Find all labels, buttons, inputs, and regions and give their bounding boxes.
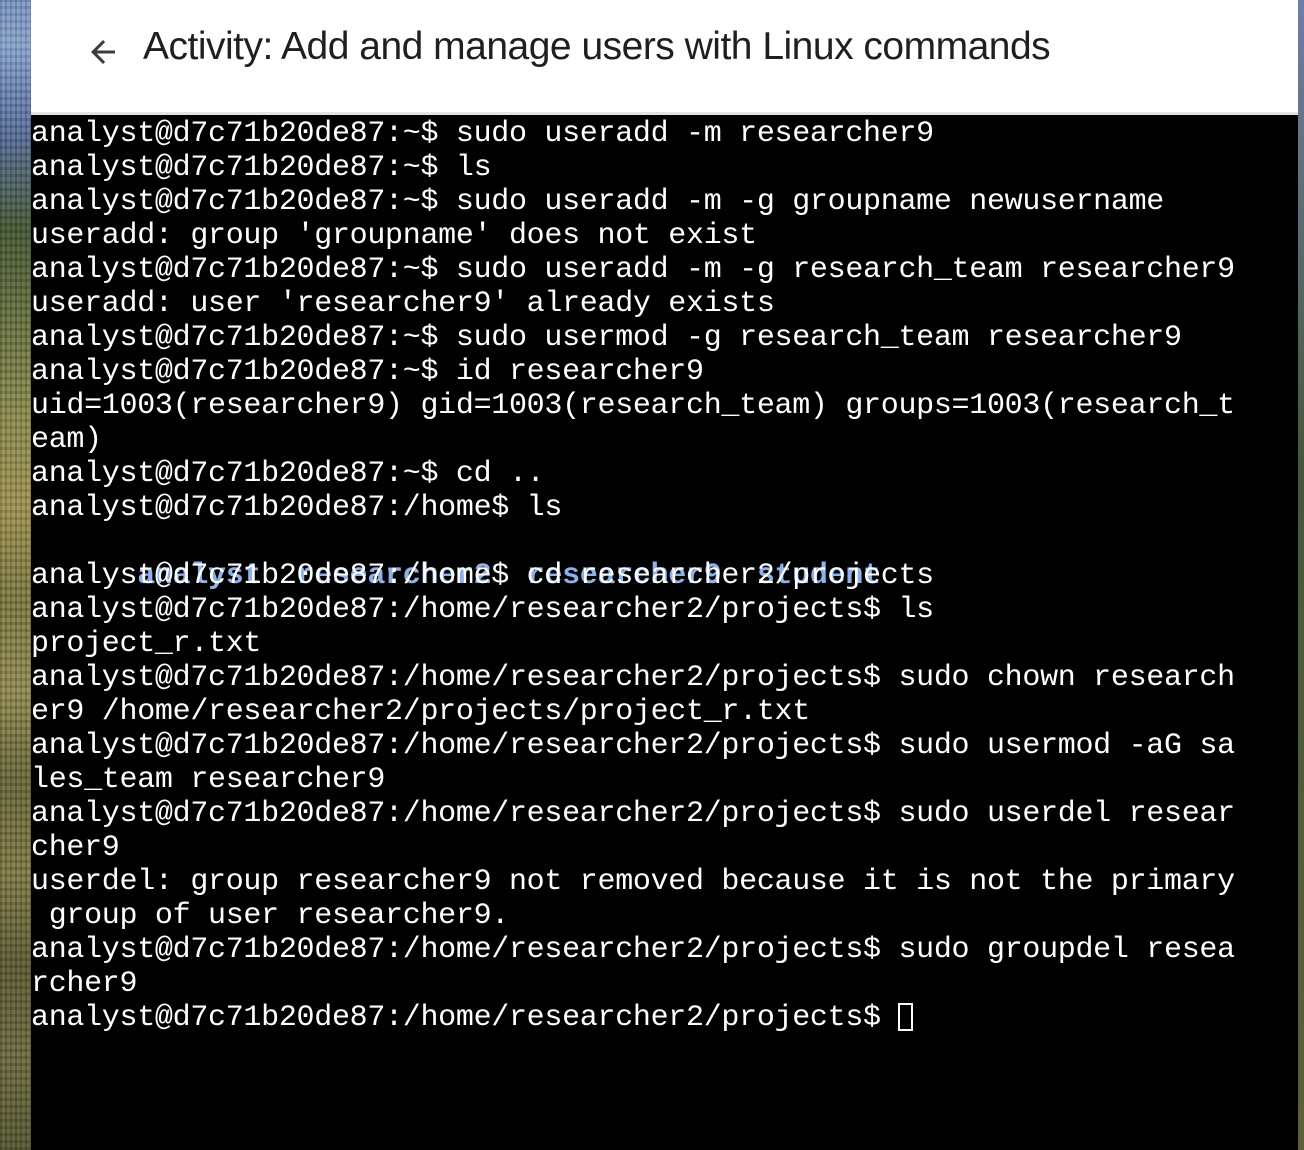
terminal-line: uid=1003(researcher9) gid=1003(research_… [31, 389, 1235, 423]
terminal-line: useradd: group 'groupname' does not exis… [31, 219, 757, 253]
terminal-line: analyst@d7c71b20de87:/home/researcher2/p… [31, 933, 1235, 967]
terminal[interactable]: analyst@d7c71b20de87:~$ sudo useradd -m … [31, 117, 1298, 1150]
directory-listing: analyst researcher2 researcher9 student [31, 525, 1298, 593]
desktop-wallpaper-edge [1298, 0, 1304, 1150]
page-title: Activity: Add and manage users with Linu… [143, 25, 1051, 68]
terminal-output-continued: analyst@d7c71b20de87:/home$ cd researche… [31, 559, 1298, 1001]
terminal-line: les_team researcher9 [31, 763, 386, 797]
activity-header: Activity: Add and manage users with Linu… [31, 0, 1298, 115]
terminal-line: analyst@d7c71b20de87:/home/researcher2/p… [31, 593, 934, 627]
command-prompt-line[interactable]: analyst@d7c71b20de87:/home/researcher2/p… [31, 1001, 1298, 1035]
desktop-wallpaper [0, 0, 31, 1150]
shell-prompt: analyst@d7c71b20de87:/home/researcher2/p… [31, 1001, 899, 1035]
terminal-line: analyst@d7c71b20de87:/home/researcher2/p… [31, 797, 1235, 831]
terminal-line: analyst@d7c71b20de87:~$ id researcher9 [31, 355, 704, 389]
terminal-line: useradd: user 'researcher9' already exis… [31, 287, 775, 321]
terminal-line: analyst@d7c71b20de87:~$ ls [31, 151, 492, 185]
terminal-line: analyst@d7c71b20de87:/home$ ls [31, 491, 563, 525]
terminal-line: er9 /home/researcher2/projects/project_r… [31, 695, 810, 729]
terminal-cursor [898, 1003, 914, 1031]
terminal-line: rcher9 [31, 967, 138, 1001]
terminal-line: analyst@d7c71b20de87:/home$ cd researche… [31, 559, 934, 593]
terminal-line: analyst@d7c71b20de87:~$ sudo useradd -m … [31, 185, 1164, 219]
terminal-line: group of user researcher9. [31, 899, 510, 933]
terminal-line: project_r.txt [31, 627, 262, 661]
terminal-line: analyst@d7c71b20de87:~$ sudo useradd -m … [31, 117, 934, 151]
terminal-line: eam) [31, 423, 102, 457]
back-button[interactable] [81, 30, 125, 74]
terminal-output: analyst@d7c71b20de87:~$ sudo useradd -m … [31, 117, 1298, 525]
terminal-line: analyst@d7c71b20de87:/home/researcher2/p… [31, 661, 1235, 695]
terminal-line: analyst@d7c71b20de87:~$ sudo useradd -m … [31, 253, 1235, 287]
terminal-line: analyst@d7c71b20de87:~$ sudo usermod -g … [31, 321, 1182, 355]
terminal-line: cher9 [31, 831, 120, 865]
arrow-left-icon [91, 40, 115, 64]
terminal-line: analyst@d7c71b20de87:/home/researcher2/p… [31, 729, 1235, 763]
terminal-line: userdel: group researcher9 not removed b… [31, 865, 1235, 899]
terminal-line: analyst@d7c71b20de87:~$ cd .. [31, 457, 545, 491]
app-window: Activity: Add and manage users with Linu… [0, 0, 1304, 1150]
